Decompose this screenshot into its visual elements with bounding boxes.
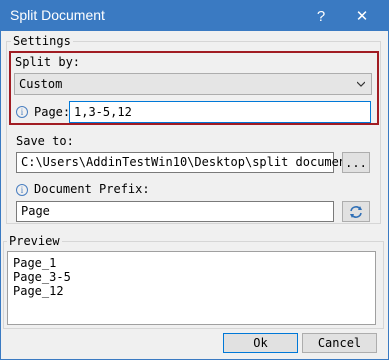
title-bar: Split Document ? ✕ [1,1,388,31]
page-label: Page: [34,105,71,119]
ellipsis-icon: ... [345,155,367,170]
save-path-input[interactable]: C:\Users\AddinTestWin10\Desktop\split do… [16,152,361,173]
save-path-value: C:\Users\AddinTestWin10\Desktop\split do… [21,155,361,169]
help-button[interactable]: ? [305,1,337,31]
list-item: Page_1 [13,256,57,270]
list-item: Page_12 [13,284,64,298]
settings-legend: Settings [11,34,73,48]
cancel-button[interactable]: Cancel [302,333,377,353]
split-by-value: Custom [19,77,63,91]
swap-button[interactable] [342,201,370,222]
split-document-dialog: Split Document ? ✕ Settings Split by: Cu… [0,0,389,360]
info-icon: i [16,106,28,118]
close-button[interactable]: ✕ [346,1,378,31]
page-input[interactable]: 1,3-5,12 [69,101,371,123]
save-to-label: Save to: [16,134,74,148]
cancel-button-label: Cancel [317,336,362,350]
document-prefix-value: Page [21,204,50,218]
list-item: Page_3-5 [13,270,71,284]
preview-legend: Preview [7,234,62,248]
info-icon: i [16,184,28,196]
split-by-label: Split by: [15,55,81,69]
ok-button-label: Ok [253,336,268,350]
browse-button[interactable]: ... [342,152,370,173]
page-input-value: 1,3-5,12 [74,105,132,119]
preview-list[interactable]: Page_1 Page_3-5 Page_12 [7,251,376,325]
refresh-icon [350,205,362,218]
chevron-down-icon [357,81,365,87]
ok-button[interactable]: Ok [223,333,298,353]
document-prefix-label: Document Prefix: [34,182,150,196]
split-by-dropdown[interactable]: Custom [14,73,372,95]
document-prefix-input[interactable]: Page [16,201,334,222]
window-title: Split Document [10,7,105,23]
